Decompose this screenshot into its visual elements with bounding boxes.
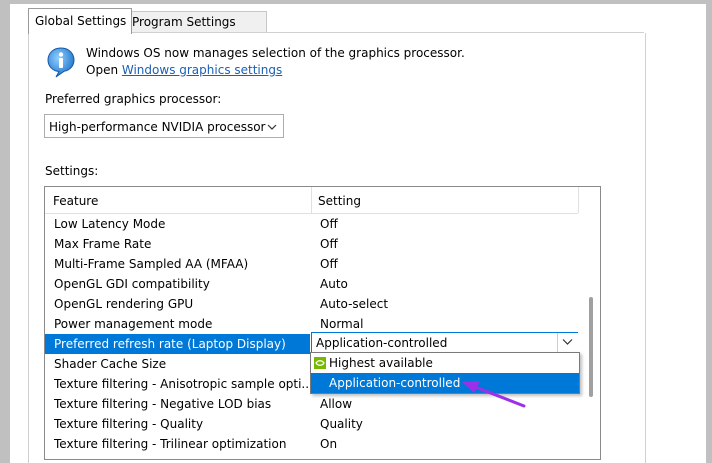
feature-cell: Max Frame Rate xyxy=(54,237,152,251)
option-highest-available[interactable]: Highest available xyxy=(311,353,579,373)
column-divider xyxy=(578,187,579,213)
table-row[interactable]: Texture filtering - Trilinear optimizati… xyxy=(45,434,578,454)
column-divider xyxy=(311,187,312,213)
table-row[interactable]: Max Frame Rate Off xyxy=(45,234,578,254)
setting-cell: Off xyxy=(320,257,338,271)
table-row[interactable]: OpenGL GDI compatibility Auto xyxy=(45,274,578,294)
feature-cell: Shader Cache Size xyxy=(54,357,167,371)
tab-program-settings[interactable]: Program Settings xyxy=(125,11,267,33)
setting-cell: Allow xyxy=(320,397,353,411)
setting-cell: On xyxy=(320,437,338,451)
feature-cell: Texture filtering - Anisotropic sample o… xyxy=(54,377,313,391)
settings-list: Feature Setting Low Latency Mode Off Max… xyxy=(44,186,601,460)
info-open-line: Open Windows graphics settings xyxy=(86,63,282,77)
feature-cell: Texture filtering - Trilinear optimizati… xyxy=(54,437,287,451)
option-application-controlled[interactable]: Application-controlled xyxy=(311,373,579,393)
option-label: Application-controlled xyxy=(329,376,461,390)
setting-cell: Normal xyxy=(320,317,364,331)
window-frame-top xyxy=(0,0,712,4)
feature-cell: Texture filtering - Negative LOD bias xyxy=(54,397,272,411)
table-row[interactable]: Low Latency Mode Off xyxy=(45,214,578,234)
scrollbar-thumb[interactable] xyxy=(589,297,593,397)
setting-cell: Auto xyxy=(320,277,348,291)
tab-global-settings[interactable]: Global Settings xyxy=(28,8,132,34)
setting-cell: Off xyxy=(320,217,338,231)
table-row[interactable]: Power management mode Normal xyxy=(45,314,578,334)
windows-graphics-settings-link[interactable]: Windows graphics settings xyxy=(122,63,282,77)
chevron-down-icon xyxy=(562,339,573,345)
info-open-prefix: Open xyxy=(86,63,122,77)
setting-cell: Off xyxy=(320,237,338,251)
feature-cell: Multi-Frame Sampled AA (MFAA) xyxy=(54,257,249,271)
info-icon xyxy=(47,47,75,78)
chevron-down-icon xyxy=(267,124,277,130)
combobox-dropdown-button[interactable] xyxy=(557,333,578,353)
preferred-gpu-select[interactable]: High-performance NVIDIA processor xyxy=(44,114,284,138)
table-row[interactable]: Texture filtering - Negative LOD bias Al… xyxy=(45,394,578,414)
setting-cell: Quality xyxy=(320,417,363,431)
table-row[interactable]: OpenGL rendering GPU Auto-select xyxy=(45,294,578,314)
refresh-rate-combobox[interactable]: Application-controlled xyxy=(311,332,579,354)
feature-cell: OpenGL rendering GPU xyxy=(54,297,194,311)
window-frame-right xyxy=(706,0,712,463)
preferred-gpu-label: Preferred graphics processor: xyxy=(45,92,222,106)
nvidia-icon xyxy=(314,357,326,369)
table-row[interactable]: Multi-Frame Sampled AA (MFAA) Off xyxy=(45,254,578,274)
info-message: Windows OS now manages selection of the … xyxy=(86,46,465,60)
settings-label: Settings: xyxy=(45,164,99,178)
preferred-gpu-value: High-performance NVIDIA processor xyxy=(49,120,266,134)
setting-cell: Auto-select xyxy=(320,297,389,311)
option-label: Highest available xyxy=(329,356,433,370)
window-frame-left xyxy=(0,0,10,463)
refresh-rate-value: Application-controlled xyxy=(316,336,448,350)
refresh-rate-dropdown-list: Highest available Application-controlled xyxy=(310,352,580,394)
table-row[interactable]: Texture filtering - Quality Quality xyxy=(45,414,578,434)
column-header-setting[interactable]: Setting xyxy=(318,194,361,208)
column-header-feature[interactable]: Feature xyxy=(53,194,98,208)
feature-cell: Texture filtering - Quality xyxy=(54,417,204,431)
feature-cell: OpenGL GDI compatibility xyxy=(54,277,210,291)
list-header: Feature Setting xyxy=(45,187,579,214)
feature-cell: Preferred refresh rate (Laptop Display) xyxy=(54,337,286,351)
feature-cell: Low Latency Mode xyxy=(54,217,166,231)
feature-cell: Power management mode xyxy=(54,317,213,331)
